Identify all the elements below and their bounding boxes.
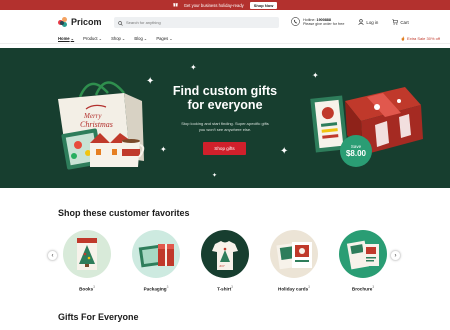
category-label: Books xyxy=(79,286,94,292)
category-label: Packaging xyxy=(143,286,167,292)
category-books[interactable]: Books3 xyxy=(61,230,113,292)
logo-icon xyxy=(58,17,68,27)
category-tshirt[interactable]: JOY T-shirt3 xyxy=(199,230,251,292)
carousel-prev-button[interactable]: ‹ xyxy=(47,250,58,261)
category-count: 3 xyxy=(231,285,233,289)
category-count: 3 xyxy=(93,285,95,289)
category-carousel: ‹ › Books3 Packaging3 JOY T-shirt3 Holid… xyxy=(47,230,403,300)
search-bar[interactable] xyxy=(114,16,279,28)
hotline: Hotline: 1900888 Please give order for f… xyxy=(291,13,344,31)
hotline-label: Hotline: xyxy=(303,17,316,22)
nav-item-home[interactable]: Home ⌄ xyxy=(58,36,74,41)
chevron-down-icon: ⌄ xyxy=(121,36,126,41)
nav-item-pages[interactable]: Pages ⌄ xyxy=(156,36,172,41)
category-label: Brochure xyxy=(351,286,373,292)
svg-text:Christmas: Christmas xyxy=(80,120,113,129)
announcement-bar: Get your business holiday-ready Shop Now xyxy=(0,0,450,10)
category-count: 3 xyxy=(372,285,375,289)
chevron-left-icon: ‹ xyxy=(51,252,54,259)
svg-text:JOY: JOY xyxy=(219,264,225,268)
sparkle-icon: ✦ xyxy=(146,76,155,87)
main-nav: Home ⌄ Product ⌄ Shop ⌄ Blog ⌄ Pages ⌄ Extra … xyxy=(0,34,450,44)
search-input[interactable] xyxy=(126,19,266,25)
chevron-down-icon: ⌄ xyxy=(98,36,103,41)
promo-text: Extra Sale 30% off xyxy=(406,36,440,41)
gift-icon xyxy=(172,2,178,8)
category-brochure[interactable]: Brochure3 xyxy=(337,230,389,292)
site-header: Pricom Hotline: 1900888 Please give orde… xyxy=(0,10,450,34)
hotline-number[interactable]: 1900888 xyxy=(317,18,331,22)
login-link[interactable]: Log in xyxy=(358,18,379,26)
shop-now-button[interactable]: Shop Now xyxy=(249,1,278,9)
fire-icon xyxy=(401,35,405,42)
category-count: 3 xyxy=(166,285,169,289)
sparkle-icon: ✦ xyxy=(280,146,289,157)
category-image xyxy=(270,230,318,278)
hero-banner: Merry Christmas ✦ ✦ ✦ ✦ ✦ ✦ Find custom … xyxy=(0,48,450,188)
chevron-down-icon: ⌄ xyxy=(143,36,148,41)
svg-text:Merry: Merry xyxy=(83,112,102,120)
nav-item-blog[interactable]: Blog ⌄ xyxy=(134,36,147,41)
category-image xyxy=(63,230,111,278)
sparkle-icon: ✦ xyxy=(312,71,319,80)
hotline-subtext: Please give order for free xyxy=(303,22,345,26)
cart-link[interactable]: Cart xyxy=(392,18,409,26)
category-packaging[interactable]: Packaging3 xyxy=(130,230,182,292)
hero-subtitle: Stop looking and start finding. Super-sp… xyxy=(181,121,269,132)
category-image xyxy=(339,230,387,278)
promo-link[interactable]: Extra Sale 30% off xyxy=(401,35,440,42)
category-image xyxy=(132,230,180,278)
carousel-next-button[interactable]: › xyxy=(390,250,401,261)
gifts-section-title: Gifts For Everyone xyxy=(58,312,139,322)
cart-icon xyxy=(392,18,399,26)
category-label: T-shirt xyxy=(217,286,232,292)
gift-bag-illustration: Merry Christmas xyxy=(58,81,145,170)
announcement-text: Get your business holiday-ready xyxy=(183,2,244,8)
logo-text: Pricom xyxy=(71,17,102,27)
shop-gifts-button[interactable]: Shop gifts xyxy=(203,142,246,155)
login-label: Log in xyxy=(366,19,379,25)
user-icon xyxy=(358,18,365,26)
sparkle-icon: ✦ xyxy=(190,63,197,72)
nav-item-shop[interactable]: Shop ⌄ xyxy=(111,36,125,41)
nav-item-product[interactable]: Product ⌄ xyxy=(83,36,102,41)
category-label: Holiday cards xyxy=(278,286,309,292)
category-image: JOY xyxy=(201,230,249,278)
sparkle-icon: ✦ xyxy=(212,173,218,179)
save-amount: $8.00 xyxy=(345,149,367,158)
phone-icon xyxy=(291,13,300,31)
chevron-right-icon: › xyxy=(394,252,397,259)
logo[interactable]: Pricom xyxy=(58,17,106,27)
hero-title: Find custom gifts for everyone xyxy=(172,84,278,112)
sparkle-icon: ✦ xyxy=(160,145,167,154)
cart-label: Cart xyxy=(400,19,409,25)
category-count: 3 xyxy=(308,285,310,289)
chevron-down-icon: ⌄ xyxy=(169,36,173,41)
chevron-down-icon: ⌄ xyxy=(70,36,75,41)
favorites-title: Shop these customer favorites xyxy=(58,208,190,218)
search-icon xyxy=(118,13,123,31)
save-badge: Save $8.00 xyxy=(340,135,372,167)
category-holiday-cards[interactable]: Holiday cards3 xyxy=(268,230,320,292)
